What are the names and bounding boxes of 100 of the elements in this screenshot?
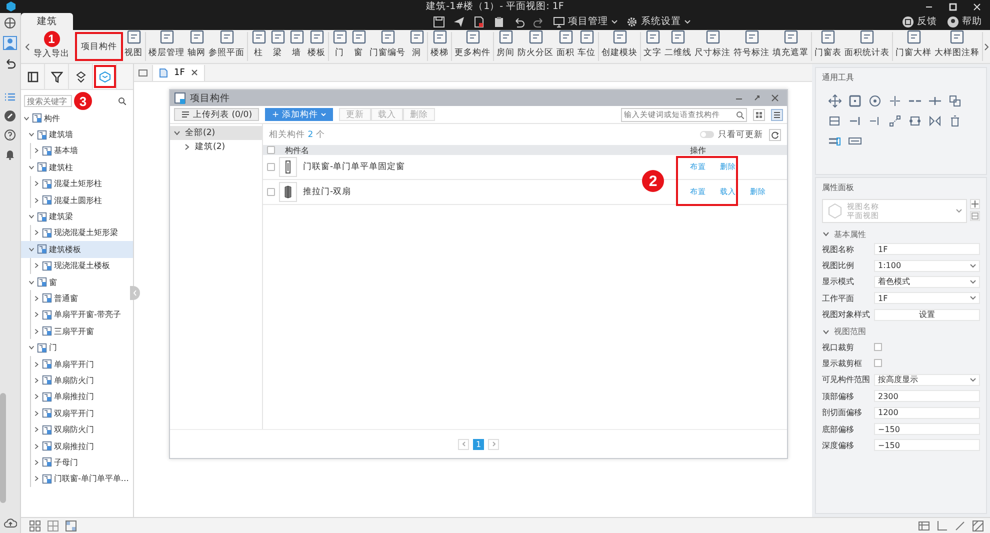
tree-row[interactable]: 双扇平开门 (21, 405, 133, 422)
caret-icon[interactable] (33, 393, 40, 400)
delete-icon[interactable] (948, 114, 962, 128)
cross-icon[interactable] (888, 94, 902, 108)
ribbon-button[interactable]: 创建模块 (600, 32, 639, 61)
grid-view-button[interactable] (753, 108, 765, 120)
rotate-icon[interactable] (868, 94, 882, 108)
caret-icon[interactable] (822, 328, 830, 336)
caret-icon[interactable] (33, 180, 40, 188)
ribbon-button[interactable]: 柱 (249, 32, 268, 61)
checkbox[interactable] (267, 146, 275, 154)
caret-icon[interactable] (33, 262, 40, 270)
toggle-switch[interactable] (700, 131, 714, 138)
caret-icon[interactable] (33, 475, 40, 482)
caret-icon[interactable] (33, 196, 40, 204)
caret-icon[interactable] (33, 426, 40, 434)
caret-icon[interactable] (28, 131, 35, 138)
caret-icon[interactable] (23, 114, 30, 122)
menu-button-label[interactable]: 项目管理 (568, 15, 608, 28)
list-view-button[interactable] (771, 108, 783, 120)
tree-row[interactable]: 门联窗-单门单平单… (21, 470, 133, 487)
ribbon-button[interactable]: 大样图注释 (933, 32, 981, 61)
square-icon[interactable] (908, 114, 922, 128)
tree-row[interactable]: 单扇平开窗-带亮子 (21, 306, 133, 324)
ribbon-button[interactable]: 视图 (123, 32, 144, 61)
text-field[interactable]: −150 (874, 423, 980, 436)
text-field[interactable]: 1F (874, 243, 980, 256)
tree-row[interactable]: 双扇防火门 (21, 421, 133, 438)
ribbon-button[interactable]: 面积 (555, 32, 576, 61)
ribbon-button[interactable]: 尺寸标注 (693, 32, 732, 61)
ribbon-button[interactable]: 楼板 (306, 32, 327, 61)
caret-icon[interactable] (28, 213, 35, 220)
ribbon-button[interactable]: 洞 (407, 32, 426, 61)
mirror-icon[interactable] (928, 114, 942, 128)
tree-row[interactable]: 三扇平开窗 (21, 323, 133, 340)
caret-icon[interactable] (33, 229, 40, 236)
ribbon-button[interactable]: 更多构件 (453, 32, 492, 61)
ribbon-button[interactable]: 符号标注 (732, 32, 771, 61)
tree-row[interactable]: 双扇推拉门 (21, 438, 133, 454)
caret-icon[interactable] (28, 278, 35, 286)
text-field[interactable]: 1200 (874, 406, 980, 419)
ribbon-button[interactable]: 窗 (349, 32, 368, 61)
ribbon-button[interactable]: 面积统计表 (843, 32, 891, 61)
search-field[interactable]: 搜索关键字 (24, 95, 72, 107)
caret-icon[interactable] (33, 294, 40, 302)
overlap-icon[interactable] (948, 94, 962, 108)
ribbon-button[interactable]: 1 导入导出 (32, 32, 71, 61)
tree-row[interactable]: 建筑墙 (21, 126, 133, 143)
tree-row[interactable]: 普通窗 (21, 290, 133, 307)
ribbon-button[interactable]: 参照平面 (207, 32, 246, 61)
document-tab[interactable]: 1F (152, 64, 205, 80)
ribbon-button[interactable]: 防火分区 (516, 32, 555, 61)
caret-icon[interactable] (28, 164, 35, 171)
tree-row[interactable]: 窗 (21, 274, 133, 290)
category-row[interactable]: 全部(2) (170, 126, 262, 140)
caret-icon[interactable] (822, 230, 830, 238)
select-field[interactable]: 着色模式 (874, 276, 980, 288)
caret-icon[interactable] (33, 147, 40, 154)
upload-list-button[interactable]: 上传列表 (0/0) (174, 108, 260, 121)
tree-row[interactable]: 混凝土矩形柱 (21, 176, 133, 192)
text-field[interactable]: 2300 (874, 390, 980, 402)
tree-row[interactable]: 构件 (21, 110, 133, 126)
dots-icon[interactable] (888, 114, 902, 128)
ribbon-button[interactable]: 填充遮罩 (771, 32, 810, 61)
menu-tab[interactable]: 建筑 (21, 13, 73, 30)
select-field[interactable]: 按高度显示 (874, 374, 980, 386)
collapse-handle[interactable] (130, 286, 140, 300)
tree-row[interactable]: 建筑梁 (21, 208, 133, 225)
cross-icon[interactable] (928, 94, 942, 108)
caret-icon[interactable] (33, 311, 40, 318)
ribbon-button[interactable]: 门 (330, 32, 349, 61)
ribbon-button[interactable]: 项目构件 (75, 32, 123, 61)
tree-row[interactable]: 现浇混凝土楼板 (21, 258, 133, 274)
refresh-button[interactable] (769, 128, 781, 140)
text-field[interactable]: −150 (874, 439, 980, 452)
ribbon-button[interactable]: 文字 (642, 32, 663, 61)
scrollbar[interactable] (0, 393, 6, 503)
caret-icon[interactable] (33, 328, 40, 335)
ribbon-button[interactable]: 楼梯 (429, 32, 450, 61)
caret-icon[interactable] (33, 458, 40, 466)
ribbon-button[interactable]: 门窗大样 (894, 32, 933, 61)
checkbox[interactable] (267, 188, 275, 196)
ribbon-button[interactable]: 门窗表 (813, 32, 843, 61)
align-icon[interactable] (848, 114, 862, 128)
checkbox[interactable] (267, 163, 275, 171)
add-button[interactable] (970, 199, 980, 209)
caret-icon[interactable] (28, 246, 35, 253)
header-link[interactable]: 反馈 (917, 15, 937, 28)
ribbon-button[interactable]: 门窗编号 (368, 32, 407, 61)
menu-button-label[interactable]: 系统设置 (641, 15, 681, 28)
select-field[interactable]: 1F (874, 292, 980, 304)
ribbon-button[interactable]: 楼层管理 (147, 32, 186, 61)
tree-row[interactable]: 基本墙 (21, 142, 133, 160)
caret-icon[interactable] (183, 143, 191, 151)
header-link[interactable]: 帮助 (962, 15, 982, 28)
tree-row[interactable]: 建筑楼板 (21, 241, 133, 258)
panel-icon[interactable] (828, 114, 842, 128)
ribbon-button[interactable]: 房间 (495, 32, 516, 61)
square-icon[interactable] (848, 94, 862, 108)
caret-icon[interactable] (173, 129, 181, 137)
